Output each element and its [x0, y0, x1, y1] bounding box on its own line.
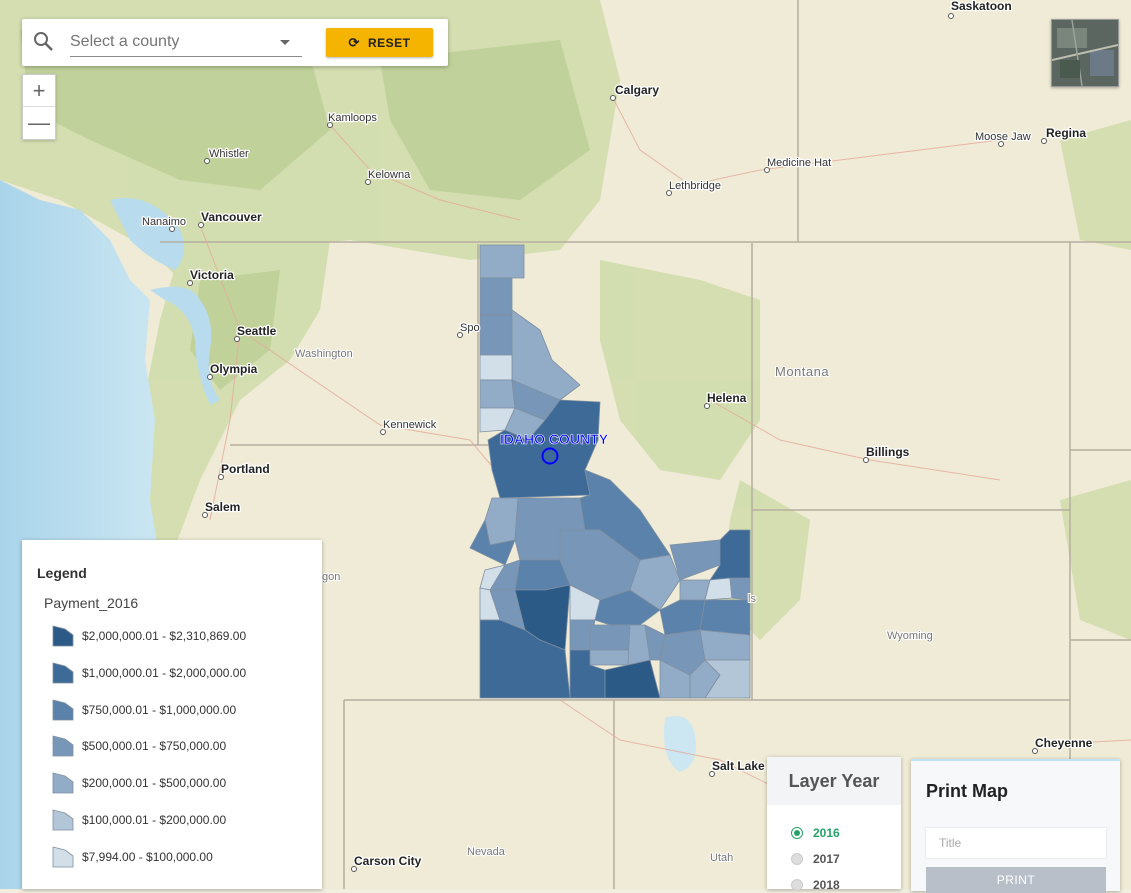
region-label: Montana	[775, 364, 829, 379]
legend-item-label: $2,000,000.01 - $2,310,869.00	[82, 629, 247, 643]
city-label: Vancouver	[201, 210, 262, 224]
legend-item-label: $100,000.01 - $200,000.00	[82, 813, 227, 827]
legend-swatch-icon	[52, 699, 74, 720]
city-label: Kelowna	[368, 169, 411, 181]
city-label: Salem	[205, 500, 240, 514]
county-select-placeholder: Select a county	[70, 33, 180, 50]
city-label: Nanaimo	[142, 216, 186, 228]
city-label: Portland	[221, 462, 270, 476]
city-label: Saskatoon	[951, 0, 1012, 13]
legend-item: $100,000.01 - $200,000.00	[52, 809, 226, 831]
legend-item: $200,000.01 - $500,000.00	[52, 772, 226, 794]
county-select[interactable]: Select a county	[70, 28, 302, 57]
legend-item-label: $750,000.01 - $1,000,000.00	[82, 702, 237, 717]
year-option-label: 2016	[813, 826, 840, 840]
satellite-thumbnail-icon	[1052, 20, 1118, 86]
selected-county-label: IDAHO COUNTY	[500, 431, 609, 447]
layer-year-title: Layer Year	[767, 757, 901, 805]
year-option-label: 2018	[813, 878, 840, 892]
city-dot	[948, 13, 954, 19]
county-caribou[interactable]	[699, 629, 751, 661]
region-label: gon	[322, 571, 340, 583]
year-option-2016[interactable]: 2016	[791, 826, 840, 840]
legend-item: $750,000.01 - $1,000,000.00	[52, 699, 236, 721]
city-label: Seattle	[237, 324, 277, 338]
county-latah[interactable]	[479, 379, 516, 409]
city-label: Billings	[866, 445, 910, 459]
chevron-down-icon	[280, 40, 290, 45]
city-label: Helena	[707, 391, 747, 405]
legend-swatch-icon	[52, 662, 74, 684]
region-label: Washington	[295, 348, 353, 360]
legend-swatch-icon	[52, 735, 74, 757]
city-label: Kamloops	[328, 112, 377, 124]
county-boundary[interactable]	[479, 244, 525, 279]
county-adams[interactable]	[484, 497, 519, 546]
legend-panel: Legend Payment_2016 $2,000,000.01 - $2,3…	[22, 540, 322, 889]
county-kootenai[interactable]	[479, 314, 513, 356]
year-option-2017[interactable]: 2017	[791, 852, 840, 866]
city-label: Regina	[1046, 126, 1086, 140]
county-lincoln[interactable]	[589, 624, 631, 651]
zoom-out-button[interactable]: —	[23, 107, 55, 139]
search-icon	[34, 32, 53, 51]
city-label: Kennewick	[383, 419, 437, 431]
city-label: Cheyenne	[1035, 736, 1093, 750]
zoom-control: + —	[22, 74, 56, 140]
city-label: Whistler	[209, 148, 249, 160]
legend-title: Legend	[37, 565, 87, 581]
print-button[interactable]: PRINT	[926, 867, 1106, 893]
legend-item-label: $500,000.01 - $750,000.00	[82, 739, 227, 754]
legend-item: $2,000,000.01 - $2,310,869.00	[52, 625, 246, 647]
print-title-input[interactable]	[926, 828, 1106, 858]
city-label: Lethbridge	[669, 180, 721, 192]
layer-year-panel: Layer Year 2016 2017 2018	[767, 757, 901, 892]
county-bonneville[interactable]	[699, 599, 751, 636]
year-option-label: 2017	[813, 852, 840, 866]
legend-item-label: $7,994.00 - $100,000.00	[82, 849, 213, 864]
legend-swatch-icon	[52, 846, 74, 868]
radio-icon[interactable]	[791, 853, 803, 865]
city-label: Calgary	[615, 83, 659, 97]
region-label: Wyoming	[887, 630, 933, 642]
legend-swatch-icon	[52, 625, 74, 647]
city-label: Spo	[460, 322, 480, 334]
print-panel: Print Map PRINT	[911, 759, 1120, 893]
legend-item: $7,994.00 - $100,000.00	[52, 846, 213, 868]
legend-swatch-icon	[52, 772, 74, 794]
basemap-toggle[interactable]	[1051, 19, 1119, 87]
legend-layer-name: Payment_2016	[44, 595, 139, 611]
region-label: Utah	[710, 852, 733, 864]
city-label: Medicine Hat	[767, 157, 831, 169]
year-option-2018[interactable]: 2018	[791, 878, 840, 892]
legend-item-label: $1,000,000.01 - $2,000,000.00	[82, 665, 247, 680]
reset-button-label: RESET	[367, 35, 411, 50]
city-label: Victoria	[190, 268, 234, 282]
county-bonner[interactable]	[479, 277, 513, 316]
refresh-icon: ⟳	[348, 34, 360, 50]
radio-icon[interactable]	[791, 879, 803, 891]
print-title: Print Map	[926, 781, 1009, 801]
city-label: Moose Jaw	[975, 131, 1031, 143]
zoom-in-button[interactable]: +	[23, 75, 55, 107]
radio-icon[interactable]	[791, 827, 803, 839]
legend-item-label: $200,000.01 - $500,000.00	[82, 776, 227, 791]
reset-button[interactable]: ⟳ RESET	[326, 28, 433, 57]
legend-swatch-icon	[52, 809, 74, 831]
region-label: ls	[748, 593, 756, 605]
county-jerome[interactable]	[589, 649, 631, 666]
city-label: Olympia	[210, 362, 258, 376]
search-panel: Select a county ⟳ RESET	[22, 19, 448, 66]
county-teton[interactable]	[729, 577, 751, 601]
legend-item: $1,000,000.01 - $2,000,000.00	[52, 662, 246, 684]
city-label: Carson City	[354, 854, 422, 868]
legend-item: $500,000.01 - $750,000.00	[52, 735, 226, 757]
county-benewah[interactable]	[479, 354, 513, 381]
region-label: Nevada	[467, 846, 506, 858]
